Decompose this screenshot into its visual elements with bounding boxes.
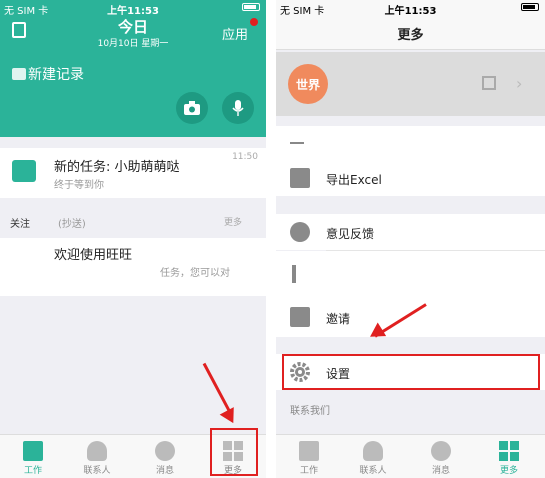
- left-screen: 无 SIM 卡 上午11:53 今日 10月10日 星期一 应用 新建记录 新的…: [0, 0, 266, 478]
- feedback-icon: [290, 222, 310, 242]
- message-icon: [155, 441, 175, 461]
- contact-us-label[interactable]: 联系我们: [290, 402, 330, 417]
- highlight-box: [282, 354, 540, 390]
- tab-messages[interactable]: 消息: [416, 441, 466, 476]
- microphone-icon: [232, 100, 244, 116]
- status-time: 上午11:53: [107, 6, 159, 17]
- camera-icon: [184, 101, 200, 115]
- tab-work[interactable]: 工作: [284, 441, 334, 476]
- more-link[interactable]: 更多: [224, 215, 242, 228]
- welcome-card[interactable]: 欢迎使用旺旺 任务，您可以对: [0, 238, 266, 296]
- screen-divider: [266, 0, 276, 478]
- tab-contacts[interactable]: 联系人: [348, 441, 398, 476]
- profile-row[interactable]: 世界 ›: [276, 52, 545, 116]
- task-card[interactable]: 新的任务: 小助萌萌哒 终于等到你 11:50: [0, 148, 266, 198]
- menu-label: 导出Excel: [326, 173, 382, 187]
- menu-export-excel[interactable]: 导出Excel: [276, 160, 545, 196]
- camera-button[interactable]: [176, 92, 208, 124]
- task-icon: [12, 160, 36, 182]
- apps-button[interactable]: 应用: [222, 24, 248, 43]
- tab-more[interactable]: 更多: [484, 441, 534, 476]
- new-record-label: 新建记录: [28, 67, 84, 83]
- follow-label: 关注: [10, 219, 30, 230]
- blank-row: [276, 251, 545, 297]
- blank-row: [276, 126, 545, 160]
- battery-icon: [242, 2, 260, 13]
- work-icon: [299, 441, 319, 461]
- menu-feedback[interactable]: 意见反馈: [276, 214, 545, 250]
- tab-messages[interactable]: 消息: [140, 441, 190, 476]
- grid-icon: [499, 441, 519, 461]
- qr-code-icon[interactable]: [482, 76, 496, 90]
- today-header: 无 SIM 卡 上午11:53 今日 10月10日 星期一 应用 新建记录: [0, 0, 266, 137]
- menu-label: 意见反馈: [326, 227, 375, 241]
- pointer-arrowhead: [219, 407, 241, 427]
- page-title: 更多: [397, 28, 424, 43]
- voice-button[interactable]: [222, 92, 254, 124]
- task-subtitle: 终于等到你: [54, 180, 104, 191]
- excel-icon: [290, 168, 310, 188]
- tab-work[interactable]: 工作: [8, 441, 58, 476]
- tab-label: 消息: [431, 466, 450, 476]
- right-screen: 无 SIM 卡 上午11:53 更多 世界 › 导出Excel 意见反馈 邀请 …: [276, 0, 545, 478]
- task-time: 11:50: [232, 152, 258, 162]
- avatar: 世界: [288, 64, 328, 104]
- menu-invite[interactable]: 邀请: [276, 297, 545, 337]
- cc-label: (抄送): [58, 219, 86, 230]
- tab-label: 更多: [499, 466, 518, 476]
- battery-icon: [521, 2, 539, 13]
- welcome-title: 欢迎使用旺旺: [54, 248, 133, 263]
- menu-label: 邀请: [326, 312, 351, 326]
- notification-dot: [250, 18, 258, 26]
- pointer-arrow: [202, 362, 232, 414]
- message-icon: [431, 441, 451, 461]
- follow-row[interactable]: 关注 (抄送) 更多: [0, 210, 266, 234]
- status-bar: 无 SIM 卡 上午11:53: [0, 0, 266, 17]
- tab-label: 工作: [23, 466, 42, 476]
- tab-label: 工作: [299, 466, 318, 476]
- avatar-text: 世界: [295, 77, 320, 92]
- tab-label: 联系人: [359, 466, 387, 476]
- contacts-icon: [363, 441, 383, 461]
- tab-contacts[interactable]: 联系人: [72, 441, 122, 476]
- nav-bar: 无 SIM 卡 上午11:53 更多: [276, 0, 545, 50]
- tab-label: 消息: [155, 466, 174, 476]
- highlight-box: [210, 428, 258, 476]
- work-icon: [23, 441, 43, 461]
- invite-icon: [290, 307, 310, 327]
- status-bar: 无 SIM 卡 上午11:53: [276, 0, 545, 17]
- compose-icon: [12, 68, 26, 80]
- tab-label: 联系人: [83, 466, 111, 476]
- new-record-button[interactable]: 新建记录: [12, 64, 84, 84]
- status-time: 上午11:53: [384, 6, 437, 17]
- task-title: 新的任务: 小助萌萌哒: [54, 160, 180, 175]
- welcome-subtitle: 任务，您可以对: [160, 268, 230, 279]
- contacts-icon: [87, 441, 107, 461]
- right-tab-bar: 工作 联系人 消息 更多: [276, 434, 545, 478]
- chevron-right-icon: ›: [516, 74, 523, 93]
